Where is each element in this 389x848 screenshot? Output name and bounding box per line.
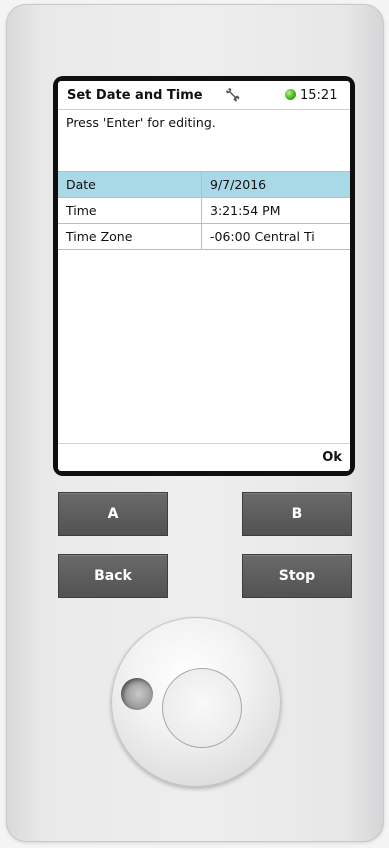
status-led-icon — [285, 89, 296, 100]
page-title: Set Date and Time — [67, 88, 203, 103]
row-value: 3:21:54 PM — [210, 203, 281, 218]
navigation-knob[interactable] — [111, 617, 281, 787]
row-value: -06:00 Central Ti — [210, 229, 315, 244]
screen-footer: Ok — [58, 443, 350, 471]
device-panel: Set Date and Time 15:21 Press 'Enter' fo… — [6, 4, 384, 842]
row-label: Date — [58, 172, 202, 197]
wrench-icon — [225, 87, 241, 106]
table-row[interactable]: Date 9/7/2016 — [58, 172, 350, 198]
row-label: Time — [58, 198, 202, 223]
back-button[interactable]: Back — [58, 554, 168, 598]
b-button[interactable]: B — [242, 492, 352, 536]
title-bar: Set Date and Time 15:21 — [58, 81, 350, 110]
table-row[interactable]: Time Zone -06:00 Central Ti — [58, 224, 350, 250]
a-button[interactable]: A — [58, 492, 168, 536]
table-row[interactable]: Time 3:21:54 PM — [58, 198, 350, 224]
clock: 15:21 — [300, 88, 338, 103]
hint-text: Press 'Enter' for editing. — [66, 115, 216, 130]
settings-table: Date 9/7/2016 Time 3:21:54 PM Time Zone … — [58, 171, 350, 250]
ok-softkey[interactable]: Ok — [322, 450, 342, 465]
knob-grip-icon — [121, 678, 153, 710]
display-screen: Set Date and Time 15:21 Press 'Enter' fo… — [58, 81, 350, 471]
enter-button[interactable] — [162, 668, 242, 748]
screen-bezel: Set Date and Time 15:21 Press 'Enter' fo… — [53, 76, 355, 476]
row-value: 9/7/2016 — [210, 177, 267, 192]
row-label: Time Zone — [58, 224, 202, 249]
stop-button[interactable]: Stop — [242, 554, 352, 598]
